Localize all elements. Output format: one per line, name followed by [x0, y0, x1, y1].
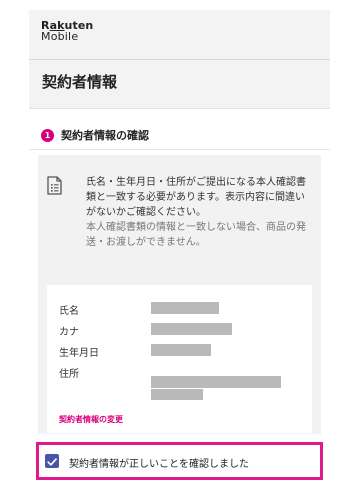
contract-panel: Rakuten Mobile 契約者情報 1 契約者情報の確認 氏名・生年月日・…	[29, 10, 330, 488]
confirm-checkbox-row[interactable]: 契約者情報が正しいことを確認しました	[36, 442, 323, 480]
notice-text: 氏名・生年月日・住所がご提出になる本人確認書類と一致する必要があります。表示内容…	[86, 175, 310, 250]
notice-main-text: 氏名・生年月日・住所がご提出になる本人確認書類と一致する必要があります。表示内容…	[86, 177, 306, 218]
checkmark-icon	[47, 458, 57, 466]
name-label: 氏名	[59, 306, 79, 317]
address-value-redacted-line2	[151, 389, 203, 400]
change-contract-info-link[interactable]: 契約者情報の変更	[59, 414, 123, 425]
document-icon	[47, 176, 62, 199]
address-value-redacted-line1	[151, 376, 281, 388]
address-label: 住所	[59, 369, 79, 380]
kana-value-redacted	[151, 323, 232, 335]
page-title: 契約者情報	[42, 73, 118, 91]
birthdate-label: 生年月日	[59, 348, 99, 359]
contract-info-box: 氏名 カナ 生年月日 住所 契約者情報の変更	[47, 285, 312, 433]
kana-label: カナ	[59, 327, 79, 338]
step-divider	[29, 149, 330, 150]
rakuten-mobile-logo[interactable]: Rakuten Mobile	[41, 20, 93, 42]
confirmation-card: 1 契約者情報の確認 氏名・生年月日・住所がご提出になる本人確認書類と一致する必	[29, 109, 330, 488]
name-value-redacted	[151, 302, 219, 314]
birthdate-value-redacted	[151, 344, 211, 356]
step-title: 契約者情報の確認	[61, 129, 149, 142]
logo-line2: Mobile	[41, 30, 79, 43]
confirm-checkbox[interactable]	[45, 454, 59, 468]
header-divider	[29, 59, 330, 60]
notice-section: 氏名・生年月日・住所がご提出になる本人確認書類と一致する必要があります。表示内容…	[38, 155, 321, 434]
step-header: 1 契約者情報の確認	[41, 127, 149, 143]
step-number-badge: 1	[41, 128, 54, 142]
confirm-checkbox-label[interactable]: 契約者情報が正しいことを確認しました	[69, 455, 249, 470]
notice-sub-text: 本人確認書類の情報と一致しない場合、商品の発送・お渡しができません。	[86, 222, 306, 248]
